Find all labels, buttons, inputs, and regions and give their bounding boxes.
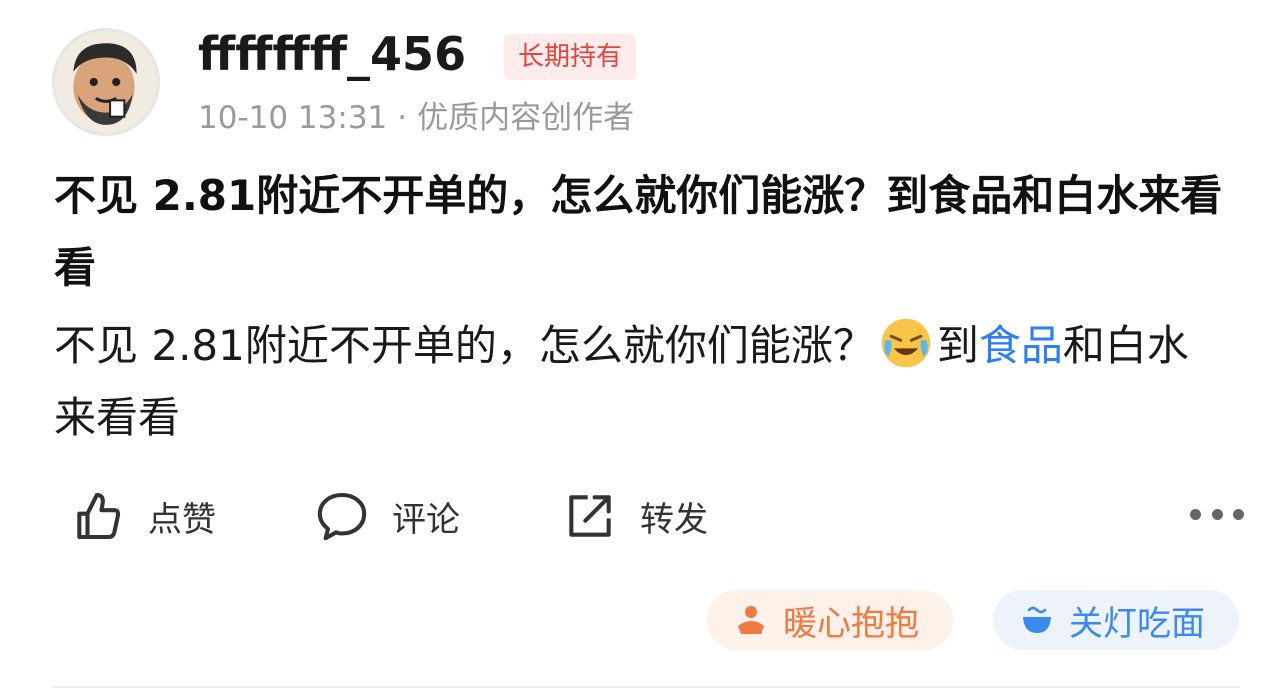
author-username[interactable]: ffffffff_456: [198, 26, 466, 82]
hug-label: 暖心抱抱: [783, 603, 919, 644]
noodle-bowl-icon: [1023, 606, 1051, 633]
share-icon: [569, 495, 611, 537]
holder-badge: 长期持有: [504, 34, 637, 80]
share-button[interactable]: 转发: [562, 484, 708, 548]
more-options-icon[interactable]: [1190, 504, 1244, 524]
meta-separator: ·: [397, 100, 408, 136]
like-label: 点赞: [148, 499, 216, 540]
dot: [1233, 508, 1244, 520]
eat-noodles-reaction[interactable]: 关灯吃面: [993, 590, 1239, 650]
stock-link-food[interactable]: 食品: [979, 321, 1063, 370]
dot: [1190, 508, 1201, 520]
author-role: 优质内容创作者: [417, 100, 635, 136]
like-button[interactable]: 点赞: [70, 484, 216, 548]
noodle-label: 关灯吃面: [1069, 603, 1205, 644]
thumbs-up-icon: [77, 492, 121, 540]
avatar-image: [55, 31, 157, 133]
post-body[interactable]: 不见 2.81附近不开单的，怎么就你们能涨？ 到食品和白水来看看: [54, 310, 1229, 454]
body-text-part: 到: [936, 321, 979, 370]
avatar[interactable]: [52, 28, 160, 136]
dot: [1211, 508, 1223, 520]
share-label: 转发: [640, 499, 708, 540]
comment-button[interactable]: 评论: [314, 484, 460, 548]
comment-label: 评论: [392, 499, 460, 540]
comment-bubble-icon: [317, 492, 367, 541]
post-time: 10-10 13:31: [198, 100, 388, 136]
post-meta: 10-10 13:31 · 优质内容创作者: [198, 98, 634, 138]
divider: [52, 686, 1240, 688]
crying-laughing-emoji-icon: [881, 318, 931, 368]
post-title[interactable]: 不见 2.81附近不开单的，怎么就你们能涨？到食品和白水来看看: [54, 160, 1229, 304]
hug-person-icon: [738, 606, 764, 634]
warm-hug-reaction[interactable]: 暖心抱抱: [707, 590, 953, 650]
body-text-part: 不见 2.81附近不开单的，怎么就你们能涨？: [54, 321, 875, 370]
